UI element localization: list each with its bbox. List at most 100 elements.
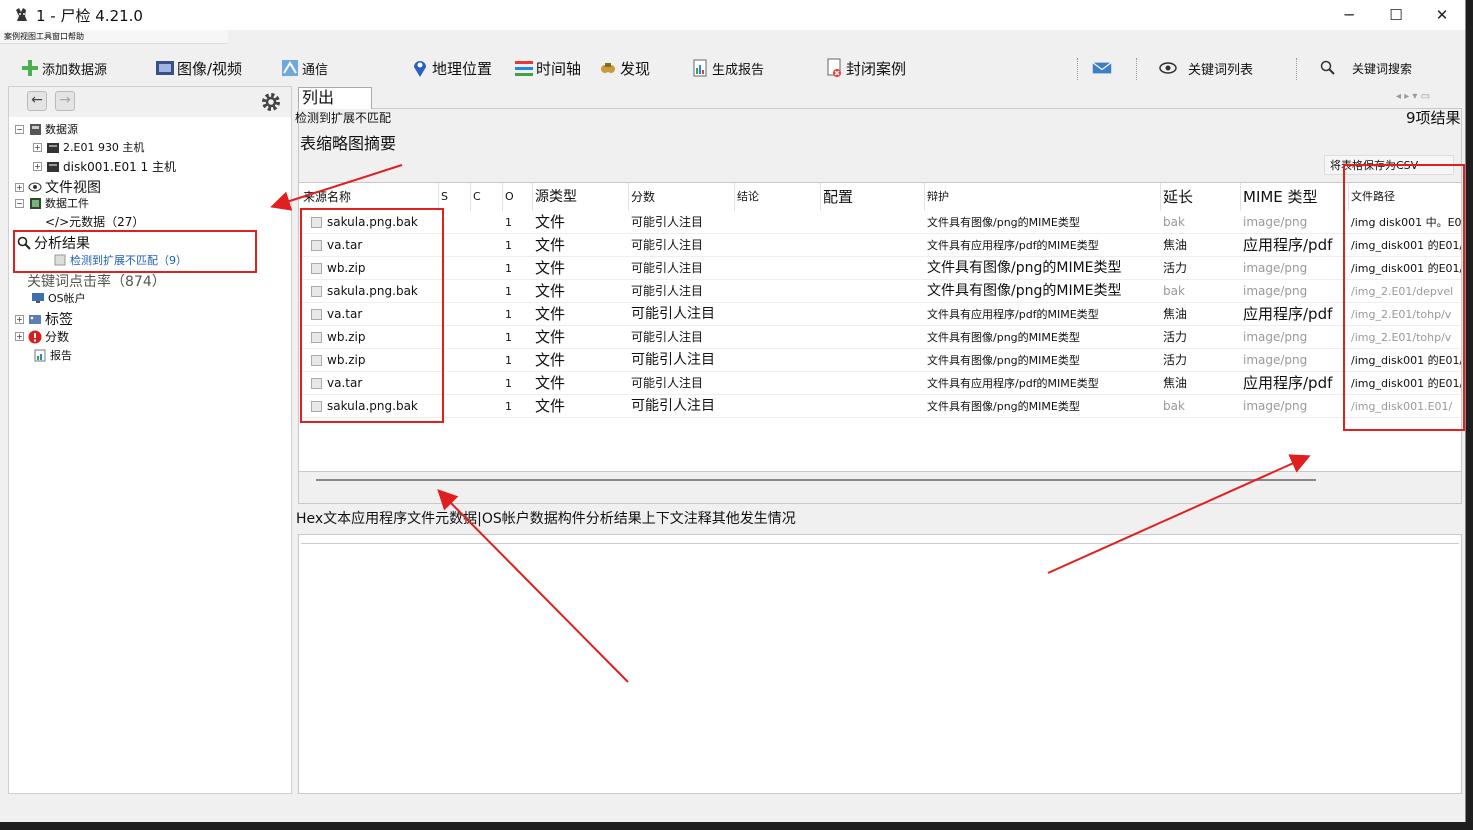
images-video-button[interactable]: 图像/视频 xyxy=(155,56,242,80)
tree-node-tags[interactable]: + 标签 xyxy=(15,309,73,329)
table-cell-score: 可能引人注目 xyxy=(631,398,715,414)
column-header[interactable]: S xyxy=(439,183,471,211)
email-button[interactable] xyxy=(1092,56,1114,80)
tree-node-host-2e01[interactable]: + 2.E01 930 主机 xyxy=(33,139,144,155)
horizontal-scrollbar[interactable] xyxy=(316,479,1316,481)
communications-button[interactable]: 通信 xyxy=(280,56,328,80)
toolbar-separator xyxy=(1136,58,1137,80)
keyword-search-button[interactable]: 关键词搜索 xyxy=(1318,56,1412,80)
table-row[interactable]: va.tar 1 文件 可能引人注目 文件具有应用程序/pdf的MIME类型 焦油 应用程序… xyxy=(299,234,1461,257)
tree-node-reports[interactable]: 报告 xyxy=(33,347,72,363)
column-header[interactable]: 分数 xyxy=(629,183,735,211)
results-table: 来源名称 S C O 源类型 分数 结论 配置 辩护 延长 MIME 类型 文件路径 sakula.p… xyxy=(298,182,1462,472)
table-cell-type: 文件 xyxy=(535,351,566,369)
column-header[interactable]: C xyxy=(471,183,503,211)
table-cell-ext: 焦油 xyxy=(1163,376,1188,390)
table-row[interactable]: wb.zip 1 文件 可能引人注目 文件具有图像/png的MIME类型 活力 image/… xyxy=(299,349,1461,372)
back-arrow-icon[interactable]: ← xyxy=(27,91,47,111)
geolocation-button[interactable]: 地理位置 xyxy=(410,56,492,80)
column-header[interactable]: MIME 类型 xyxy=(1241,183,1349,211)
tree-node-file-view[interactable]: + 文件视图 xyxy=(15,177,101,197)
table-cell-ext: 焦油 xyxy=(1163,307,1188,321)
column-header[interactable]: 辩护 xyxy=(925,183,1161,211)
column-header[interactable]: O xyxy=(503,183,533,211)
timeline-button[interactable]: 时间轴 xyxy=(514,56,581,80)
table-row[interactable]: sakula.png.bak 1 文件 可能引人注目 文件具有图像/png的MIME类型… xyxy=(299,395,1461,418)
eye-icon xyxy=(28,180,42,194)
close-case-icon xyxy=(824,58,844,78)
table-cell-mime: image/png xyxy=(1243,284,1308,298)
column-header[interactable]: 延长 xyxy=(1161,183,1241,211)
tree-node-keyword-hits[interactable]: 关键词点击率（874） xyxy=(27,271,166,291)
close-button[interactable]: ✕ xyxy=(1419,0,1465,30)
film-icon xyxy=(155,58,175,78)
tab-nav-arrows[interactable]: ◂ ▸ ▾ ▭ xyxy=(1396,91,1430,102)
table-row[interactable]: va.tar 1 文件 可能引人注目 文件具有应用程序/pdf的MIME类型 焦油 应用程序… xyxy=(299,372,1461,395)
table-row[interactable]: wb.zip 1 文件 可能引人注目 文件具有图像/png的MIME类型 活力 image/… xyxy=(299,326,1461,349)
settings-gear-icon[interactable] xyxy=(260,91,282,113)
table-cell-score: 可能引人注目 xyxy=(631,352,715,368)
expand-icon[interactable]: + xyxy=(33,162,42,171)
table-row[interactable]: wb.zip 1 文件 可能引人注目 文件具有图像/png的MIME类型 活力 image/… xyxy=(299,257,1461,280)
save-csv-button[interactable]: 将表格保存为CSV xyxy=(1324,155,1454,175)
envelope-icon xyxy=(1092,58,1112,78)
table-cell-type: 文件 xyxy=(535,259,566,277)
view-tabs[interactable]: 表缩略图摘要 xyxy=(300,130,396,154)
column-header[interactable]: 文件路径 xyxy=(1349,183,1461,211)
table-cell-just: 文件具有图像/png的MIME类型 xyxy=(927,354,1080,367)
content-viewer-tabs[interactable]: Hex文本应用程序文件元数据|OS帐户数据构件分析结果上下文注释其他发生情况 xyxy=(296,508,1056,530)
minimize-button[interactable]: ─ xyxy=(1326,0,1372,30)
keyword-list-button[interactable]: 关键词列表 xyxy=(1158,56,1253,80)
tree-node-data-artifacts[interactable]: − 数据工件 xyxy=(15,195,89,211)
table-cell-type: 文件 xyxy=(535,328,566,346)
column-header[interactable]: 配置 xyxy=(821,183,925,211)
tree-node-score[interactable]: + 分数 xyxy=(15,328,69,345)
table-cell-type: 文件 xyxy=(535,213,566,231)
tab-listing[interactable]: 列出 xyxy=(298,87,372,109)
tree-node-analysis-results[interactable]: 分析结果 xyxy=(17,233,90,253)
collapse-icon[interactable]: − xyxy=(15,198,24,208)
forward-arrow-icon[interactable]: → xyxy=(55,91,75,111)
expand-icon[interactable]: + xyxy=(15,332,24,341)
tree-node-data-sources[interactable]: − 数据源 xyxy=(15,121,78,137)
table-cell-name: wb.zip xyxy=(327,353,366,367)
expand-icon[interactable]: + xyxy=(15,314,24,324)
tag-icon xyxy=(28,312,42,326)
collapse-icon[interactable]: − xyxy=(15,124,24,134)
table-cell-path: /img_2.E01/tohp/v xyxy=(1351,308,1452,321)
table-cell-o: 1 xyxy=(505,239,512,252)
discovery-button[interactable]: 发现 xyxy=(598,56,650,80)
table-row[interactable]: sakula.png.bak 1 文件 可能引人注目 文件具有图像/png的MIME类型… xyxy=(299,280,1461,303)
table-cell-o: 1 xyxy=(505,377,512,390)
add-data-source-button[interactable]: 添加数据源 xyxy=(20,56,107,80)
tree-node-host-disk001[interactable]: + disk001.E01 1 主机 xyxy=(33,158,176,175)
tree-node-os-accounts[interactable]: OS帐户 xyxy=(31,290,86,306)
table-cell-name: wb.zip xyxy=(327,330,366,344)
expand-icon[interactable]: + xyxy=(15,182,24,192)
column-header[interactable]: 结论 xyxy=(735,183,821,211)
table-cell-path: /img_2.E01/depvel xyxy=(1351,285,1454,298)
table-cell-name: va.tar xyxy=(327,376,363,390)
table-cell-o: 1 xyxy=(505,262,512,275)
artifact-icon xyxy=(28,196,42,210)
table-cell-mime: image/png xyxy=(1243,215,1308,229)
table-cell-score: 可能引人注目 xyxy=(631,376,704,390)
expand-icon[interactable]: + xyxy=(33,142,42,152)
table-row[interactable]: sakula.png.bak 1 文件 可能引人注目 文件具有图像/png的MIME类型… xyxy=(299,211,1461,234)
autopsy-window: 1 - 尸检 4.21.0 ─ ☐ ✕ 案例视图工具窗口帮助 添加数据源 图像/… xyxy=(0,0,1466,822)
table-cell-just: 文件具有应用程序/pdf的MIME类型 xyxy=(927,239,1099,252)
file-icon xyxy=(311,355,322,366)
column-header[interactable]: 源类型 xyxy=(533,183,629,211)
file-icon xyxy=(311,309,322,320)
tree-node-extension-mismatch[interactable]: 检测到扩展不匹配（9） xyxy=(53,252,187,268)
tree-node-metadata[interactable]: </>元数据（27） xyxy=(45,213,144,230)
table-cell-type: 文件 xyxy=(535,397,566,415)
maximize-button[interactable]: ☐ xyxy=(1373,0,1419,30)
table-cell-type: 文件 xyxy=(535,305,566,323)
table-row[interactable]: va.tar 1 文件 可能引人注目 文件具有应用程序/pdf的MIME类型 焦油 应用程序… xyxy=(299,303,1461,326)
column-header[interactable]: 来源名称 xyxy=(301,183,439,211)
generate-report-button[interactable]: 生成报告 xyxy=(690,56,764,80)
table-cell-score: 可能引人注目 xyxy=(631,306,715,322)
close-case-button[interactable]: 封闭案例 xyxy=(824,56,906,80)
menu-bar[interactable]: 案例视图工具窗口帮助 xyxy=(0,30,228,44)
